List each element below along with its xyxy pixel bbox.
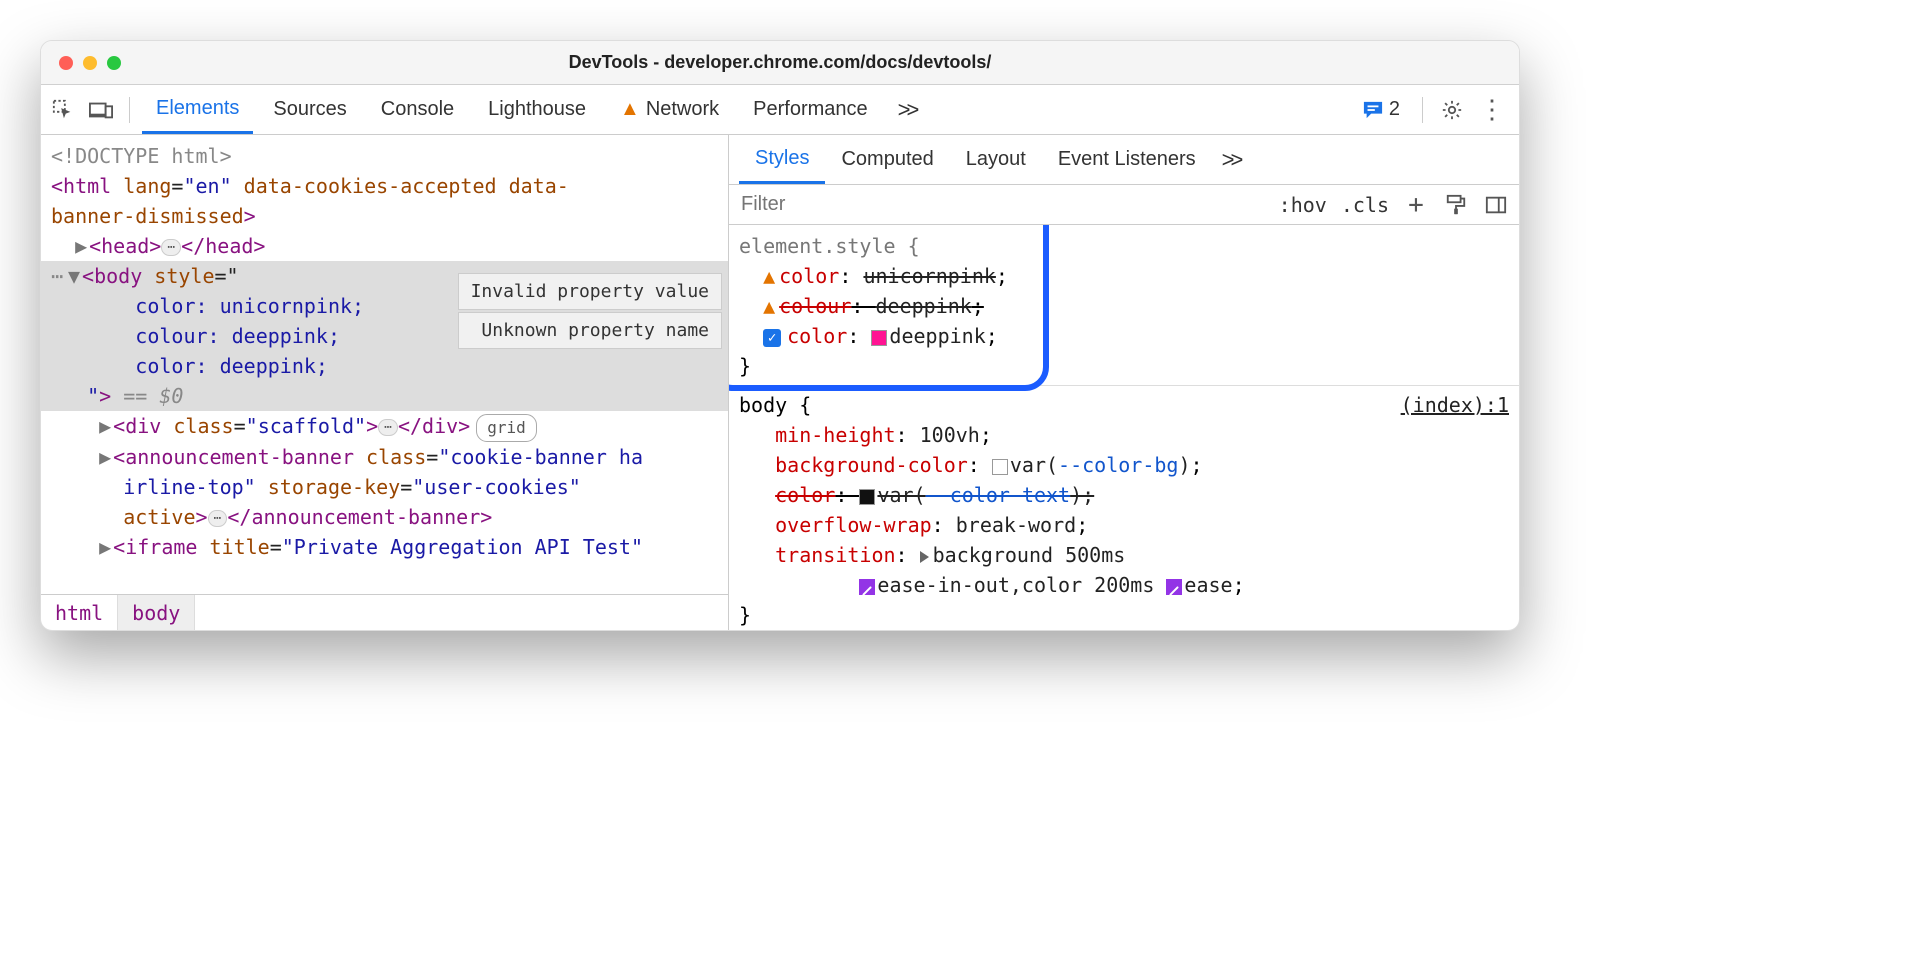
validation-tooltips: Invalid property value Unknown property …: [458, 273, 722, 351]
devtools-window: DevTools - developer.chrome.com/docs/dev…: [40, 40, 1520, 631]
hov-toggle[interactable]: :hov: [1279, 193, 1327, 217]
issues-badge[interactable]: 2: [1352, 94, 1410, 125]
body-node-close[interactable]: "> == $0: [41, 381, 728, 411]
source-link[interactable]: (index):1: [1401, 390, 1509, 420]
paint-format-icon[interactable]: [1443, 194, 1469, 216]
styles-rules[interactable]: element.style { ▲color: unicornpink; ▲co…: [729, 225, 1519, 630]
tooltip-invalid-value: Invalid property value: [458, 273, 722, 310]
banner-node[interactable]: irline-top" storage-key="user-cookies": [41, 472, 728, 502]
bezier-icon[interactable]: [859, 579, 875, 595]
panel-toggle-icon[interactable]: [1483, 195, 1509, 215]
window-titlebar: DevTools - developer.chrome.com/docs/dev…: [41, 41, 1519, 85]
window-title: DevTools - developer.chrome.com/docs/dev…: [41, 52, 1519, 73]
style-rule[interactable]: ▲colour: deeppink;: [729, 291, 1519, 321]
warning-icon: ▲: [763, 294, 775, 318]
iframe-node[interactable]: ▶<iframe title="Private Aggregation API …: [41, 532, 728, 562]
breadcrumb-html[interactable]: html: [41, 595, 118, 630]
body-selector[interactable]: (index):1body {: [729, 390, 1519, 420]
tab-console[interactable]: Console: [367, 85, 468, 134]
elements-panel: <!DOCTYPE html> <html lang="en" data-coo…: [41, 135, 729, 630]
toolbar-divider: [1422, 97, 1423, 123]
style-rule[interactable]: transition: background 500ms: [729, 540, 1519, 570]
tab-layout[interactable]: Layout: [950, 135, 1042, 184]
banner-node[interactable]: ▶<announcement-banner class="cookie-bann…: [41, 442, 728, 472]
issues-icon: [1362, 100, 1384, 120]
styles-panel: Styles Computed Layout Event Listeners >…: [729, 135, 1519, 630]
expand-icon[interactable]: [920, 551, 929, 563]
minimize-window-icon[interactable]: [83, 56, 97, 70]
styles-filter-bar: :hov .cls +: [729, 185, 1519, 225]
color-swatch[interactable]: [871, 330, 887, 346]
new-style-rule-icon[interactable]: +: [1403, 190, 1429, 220]
style-rule[interactable]: min-height: 100vh;: [729, 420, 1519, 450]
scaffold-node[interactable]: ▶<div class="scaffold">⋯</div>grid: [41, 411, 728, 442]
head-node[interactable]: ▶<head>⋯</head>: [41, 231, 728, 261]
breadcrumb: html body: [41, 594, 728, 630]
device-toggle-icon[interactable]: [85, 94, 117, 126]
style-rule[interactable]: overflow-wrap: break-word;: [729, 510, 1519, 540]
settings-icon[interactable]: [1435, 99, 1469, 121]
element-style-selector[interactable]: element.style {: [729, 231, 1519, 261]
maximize-window-icon[interactable]: [107, 56, 121, 70]
more-options-icon[interactable]: ⋮: [1475, 94, 1509, 125]
sidepanel-tabs: Styles Computed Layout Event Listeners >…: [729, 135, 1519, 185]
tab-elements[interactable]: Elements: [142, 85, 253, 134]
more-subtabs-icon[interactable]: >>: [1212, 147, 1250, 173]
warning-icon: ▲: [763, 264, 775, 288]
tab-network[interactable]: ▲ Network: [606, 85, 733, 134]
cls-toggle[interactable]: .cls: [1341, 193, 1389, 217]
close-window-icon[interactable]: [59, 56, 73, 70]
style-rule[interactable]: color: var( color text);: [729, 480, 1519, 510]
window-controls: [41, 56, 121, 70]
bezier-icon[interactable]: [1166, 579, 1182, 595]
html-node[interactable]: <html lang="en" data-cookies-accepted da…: [41, 171, 728, 201]
tab-computed[interactable]: Computed: [825, 135, 949, 184]
tab-sources[interactable]: Sources: [259, 85, 360, 134]
checkbox-on-icon[interactable]: ✓: [763, 329, 781, 347]
doctype-node[interactable]: <!DOCTYPE html>: [41, 141, 728, 171]
style-rule[interactable]: ▲color: unicornpink;: [729, 261, 1519, 291]
html-node[interactable]: banner-dismissed>: [41, 201, 728, 231]
warning-icon: ▲: [620, 98, 640, 121]
color-swatch[interactable]: [992, 459, 1008, 475]
rule-close: }: [729, 600, 1519, 630]
color-swatch[interactable]: [859, 489, 875, 505]
body-style-line[interactable]: color: deeppink;: [41, 351, 728, 381]
styles-filter-input[interactable]: [739, 192, 1265, 217]
tab-styles[interactable]: Styles: [739, 135, 825, 184]
inspect-element-icon[interactable]: [47, 94, 79, 126]
breadcrumb-body[interactable]: body: [118, 595, 195, 630]
more-tabs-icon[interactable]: >>: [888, 97, 926, 123]
tab-event-listeners[interactable]: Event Listeners: [1042, 135, 1212, 184]
toolbar-divider: [129, 97, 130, 123]
dom-tree[interactable]: <!DOCTYPE html> <html lang="en" data-coo…: [41, 135, 728, 594]
main-toolbar: Elements Sources Console Lighthouse ▲ Ne…: [41, 85, 1519, 135]
grid-badge[interactable]: grid: [476, 414, 537, 442]
tab-performance[interactable]: Performance: [739, 85, 882, 134]
tab-lighthouse[interactable]: Lighthouse: [474, 85, 600, 134]
style-rule[interactable]: background-color: var(--color-bg);: [729, 450, 1519, 480]
rule-close: }: [729, 351, 1519, 381]
tab-network-label: Network: [646, 98, 719, 121]
banner-node[interactable]: active>⋯</announcement-banner>: [41, 502, 728, 532]
style-rule[interactable]: ✓color: deeppink;: [729, 321, 1519, 351]
content-split: <!DOCTYPE html> <html lang="en" data-coo…: [41, 135, 1519, 630]
style-rule[interactable]: ease-in-out,color 200ms ease;: [729, 570, 1519, 600]
issues-count: 2: [1389, 98, 1400, 121]
tooltip-unknown-property: Unknown property name: [458, 312, 722, 349]
